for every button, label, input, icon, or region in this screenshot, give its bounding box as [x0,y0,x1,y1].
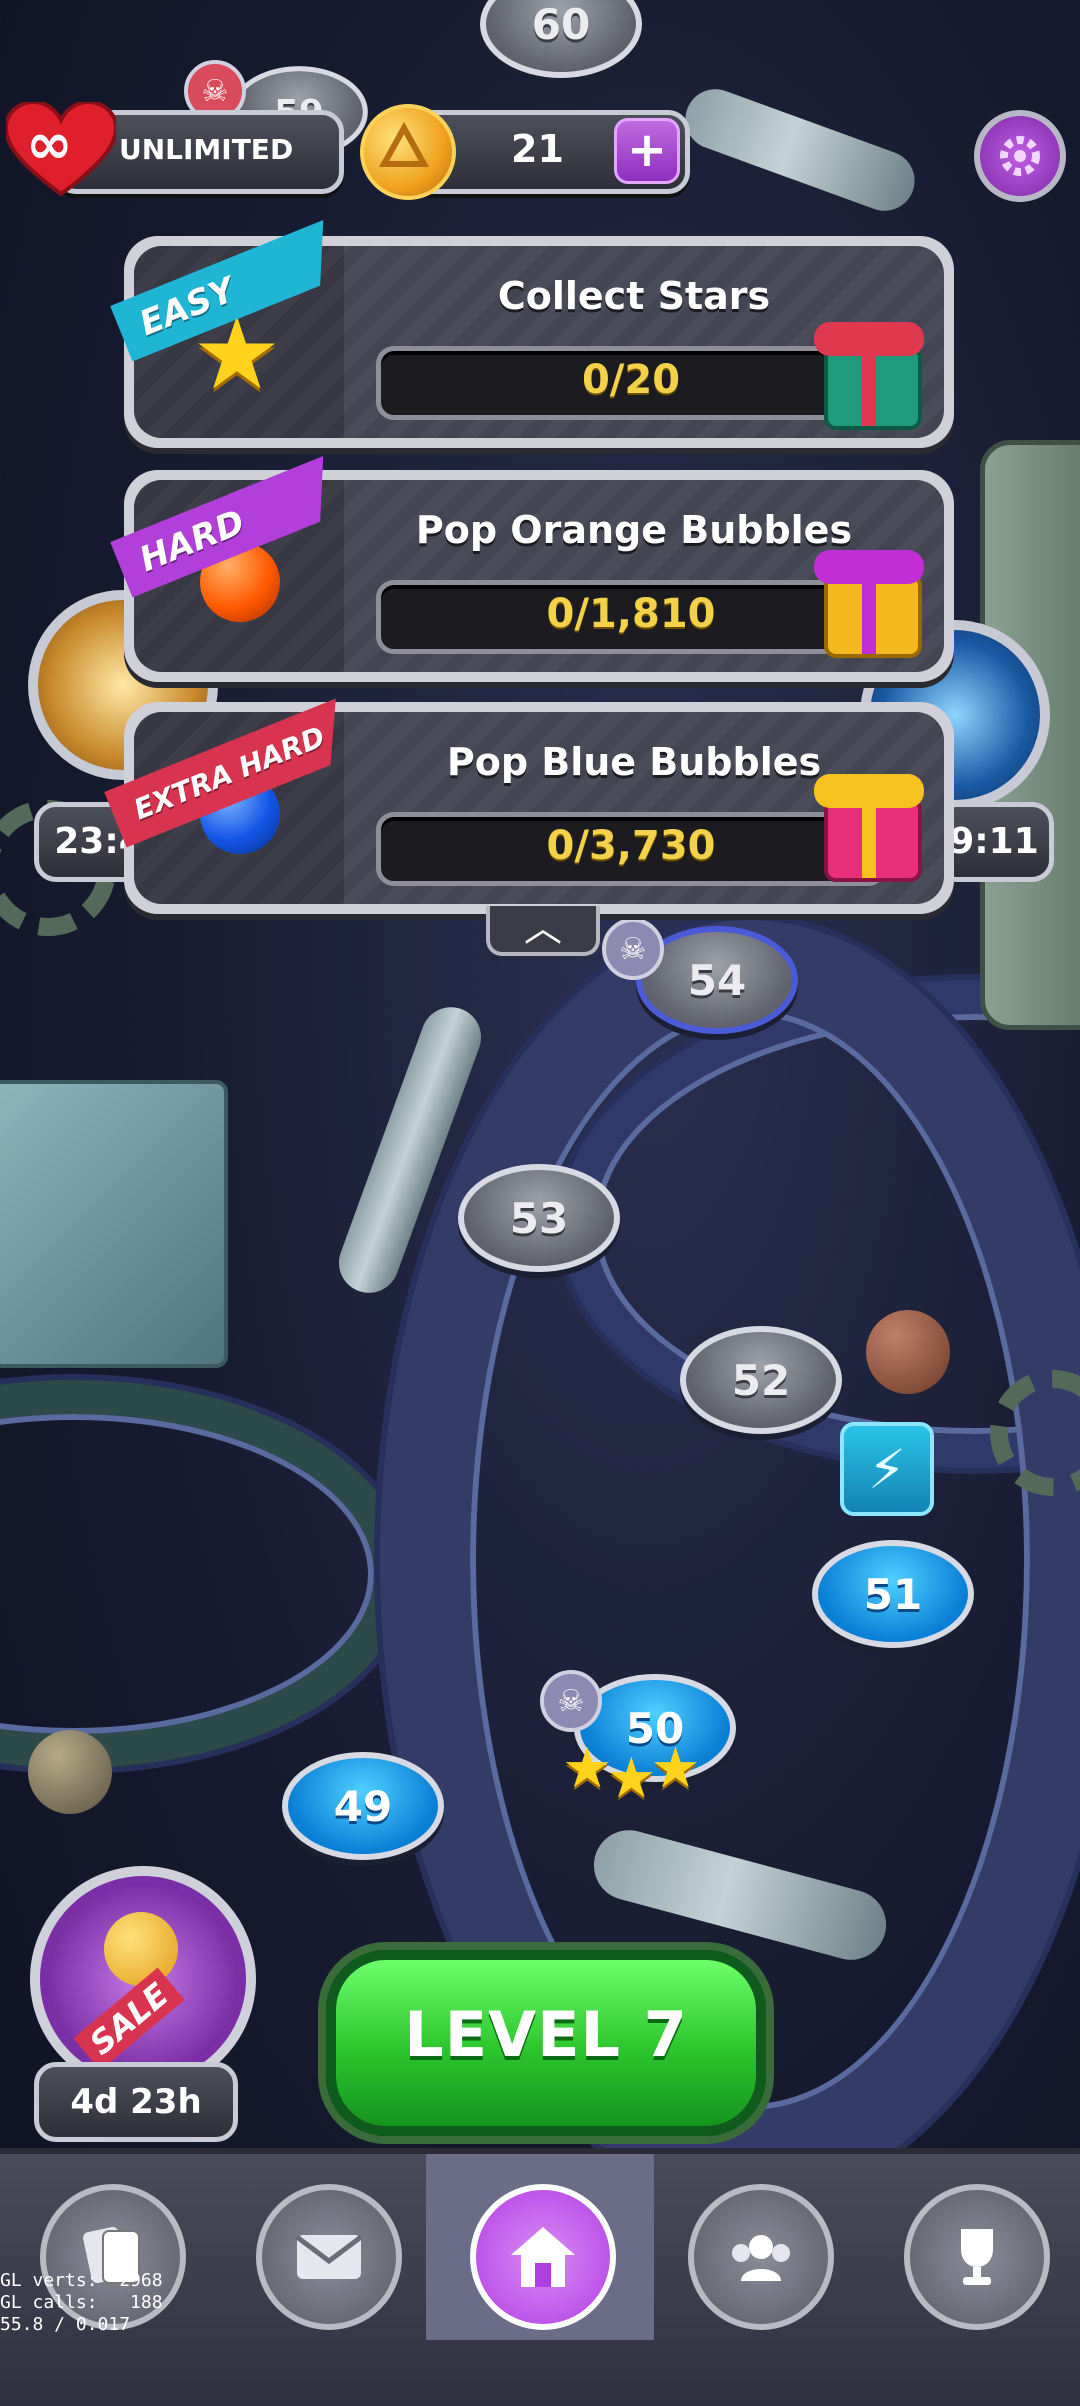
skull-icon: ☠ [602,918,664,980]
quest-card-hard[interactable]: Pop Orange Bubbles 0/1,810 HARD [124,470,954,682]
star-icon: ★ [606,1746,656,1811]
nav-mail-button[interactable] [256,2184,402,2330]
collapse-quests-button[interactable]: ︿ [486,906,600,956]
quest-progress-text: 0/3,730 [546,823,716,869]
quest-progress-bar: 0/1,810 [376,580,886,654]
sale-offer-button[interactable]: SALE [30,1866,256,2092]
quest-progress-bar: 0/3,730 [376,812,886,886]
home-icon [511,2227,575,2287]
trophy-icon [961,2229,993,2285]
debug-line: 55.8 / 0.017 [0,2314,131,2335]
ball-brown [866,1310,950,1394]
pipe-3 [676,80,924,220]
infinity-symbol: ∞ [26,112,73,177]
level-50-stars: ★★★ [562,1736,701,1811]
nav-home-button[interactable] [470,2184,616,2330]
mail-icon [295,2235,363,2279]
level-node-60[interactable]: 60 [480,0,642,78]
coin-bag-icon [104,1912,178,1986]
metal-crate [0,1080,228,1368]
lightning-icon: ⚡ [840,1422,934,1516]
track-lower [0,1380,408,1768]
debug-line: GL calls: 188 [0,2292,163,2313]
debug-line: GL verts: 2968 [0,2270,163,2291]
play-level-button[interactable]: LEVEL 7 [326,1950,766,2136]
settings-gear-icon[interactable] [974,110,1066,202]
star-icon: ★ [562,1736,612,1801]
quest-title: Collect Stars [497,274,771,318]
gift-icon[interactable] [814,544,924,658]
chevron-up-icon: ︿ [523,906,562,950]
sale-timer: 4d 23h [34,2062,238,2142]
heart-icon: ∞ [3,99,119,198]
team-icon [732,2235,790,2281]
skull-icon: ☠ [540,1670,602,1732]
nav-trophy-button[interactable] [904,2184,1050,2330]
quest-card-easy[interactable]: ★ Collect Stars 0/20 EASY [124,236,954,448]
quest-progress-bar: 0/20 [376,346,886,420]
coin-icon [360,104,456,200]
gift-icon[interactable] [814,316,924,430]
level-node-49[interactable]: 49 [282,1752,444,1860]
gift-icon[interactable] [814,768,924,882]
quest-card-extra-hard[interactable]: Pop Blue Bubbles 0/3,730 EXTRA HARD [124,702,954,914]
buy-coins-button[interactable]: + [614,118,680,184]
level-node-53[interactable]: 53 [458,1164,620,1272]
level-node-51[interactable]: 51 [812,1540,974,1648]
quest-progress-text: 0/20 [581,357,681,403]
level-node-52[interactable]: 52 [680,1326,842,1434]
quest-progress-text: 0/1,810 [546,591,716,637]
nav-team-button[interactable] [688,2184,834,2330]
ball-gray [28,1730,112,1814]
debug-overlay: GL verts: 2968 GL calls: 188 55.8 / 0.017 [0,2270,163,2336]
star-icon: ★ [650,1736,700,1801]
